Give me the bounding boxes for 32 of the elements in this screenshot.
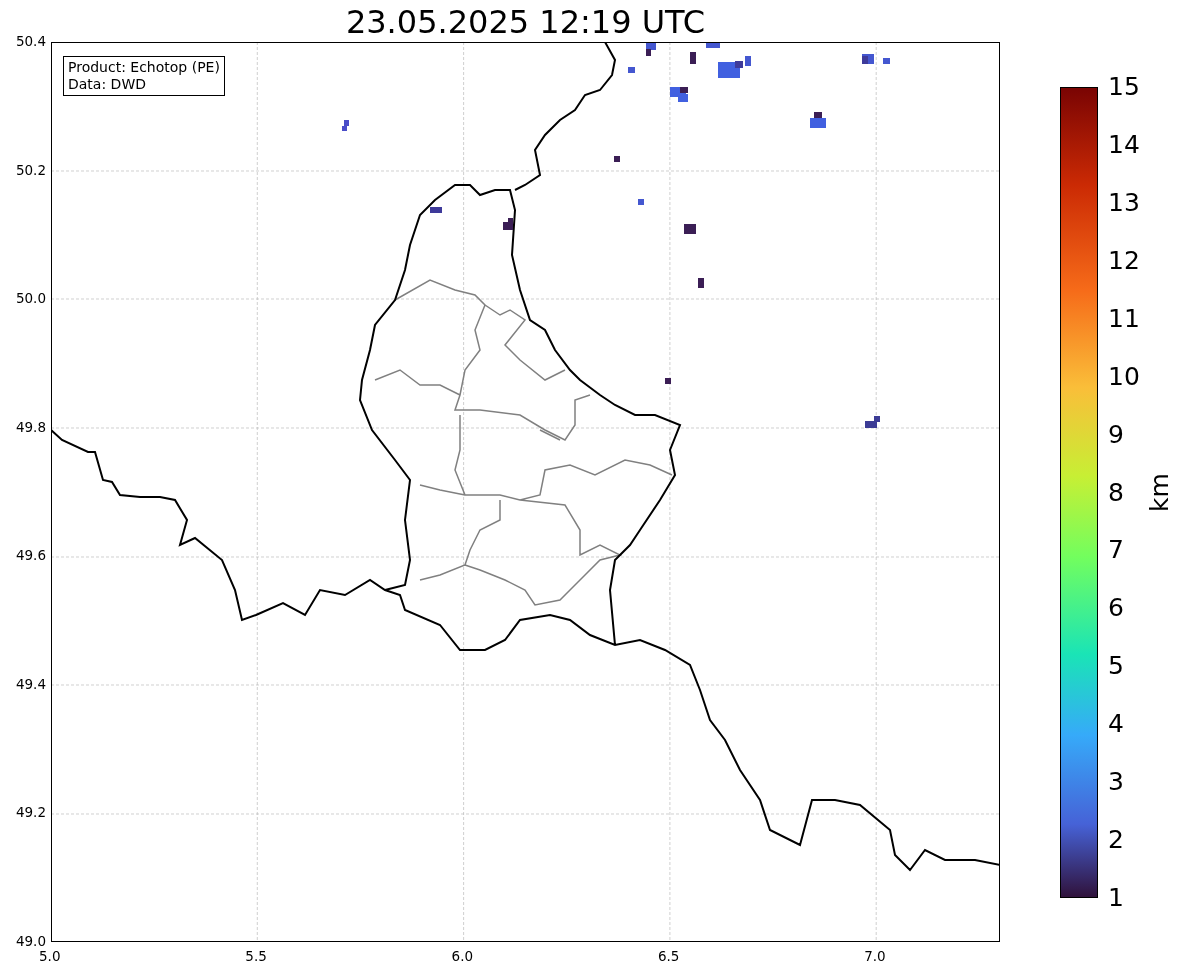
colorbar-tick-label: 4: [1108, 711, 1124, 738]
x-axis-tick-label: 5.5: [245, 948, 267, 964]
colorbar-tick-label: 11: [1108, 305, 1140, 332]
info-text: Data: DWD: [68, 76, 147, 93]
x-axis-tick-label: 5.0: [39, 948, 61, 964]
colorbar-tick-label: 12: [1108, 247, 1140, 274]
y-axis-tick-label: 50.4: [15, 33, 46, 49]
colorbar-tick-label: 3: [1108, 769, 1124, 796]
colorbar-tick-label: 1: [1108, 885, 1124, 911]
colorbar-tick-label: 6: [1108, 595, 1124, 622]
colorbar-tick-label: 9: [1108, 421, 1124, 448]
colorbar-tick-label: 14: [1108, 131, 1140, 158]
y-axis-tick-label: 50.2: [15, 161, 46, 178]
colorbar-tick-label: 10: [1108, 363, 1140, 390]
colorbar-tick-label: 13: [1108, 189, 1140, 216]
chart-title: 23.05.2025 12:19 UTC: [345, 2, 706, 42]
y-axis-tick-label: 49.0: [15, 933, 46, 949]
colorbar-tick-label: 7: [1108, 537, 1124, 564]
x-axis-tick-label: 6.5: [657, 948, 680, 964]
colorbar-tick-label: 8: [1108, 479, 1124, 506]
y-axis-tick-label: 50.0: [15, 290, 46, 307]
y-axis-tick-label: 49.6: [15, 547, 46, 564]
colorbar-tick-label: 15: [1108, 74, 1140, 100]
x-axis-tick-label: 6.0: [451, 948, 474, 964]
y-axis-tick-label: 49.8: [15, 418, 46, 435]
info-text: Product: Echotop (PE): [68, 59, 220, 76]
colorbar-tick-label: 2: [1108, 827, 1124, 854]
x-axis-tick-label: 7.0: [864, 948, 886, 964]
y-axis-tick-label: 49.4: [15, 675, 46, 692]
y-axis-tick-label: 49.2: [15, 804, 46, 821]
colorbar-label: km: [1144, 473, 1174, 512]
colorbar-tick-label: 5: [1108, 653, 1124, 680]
